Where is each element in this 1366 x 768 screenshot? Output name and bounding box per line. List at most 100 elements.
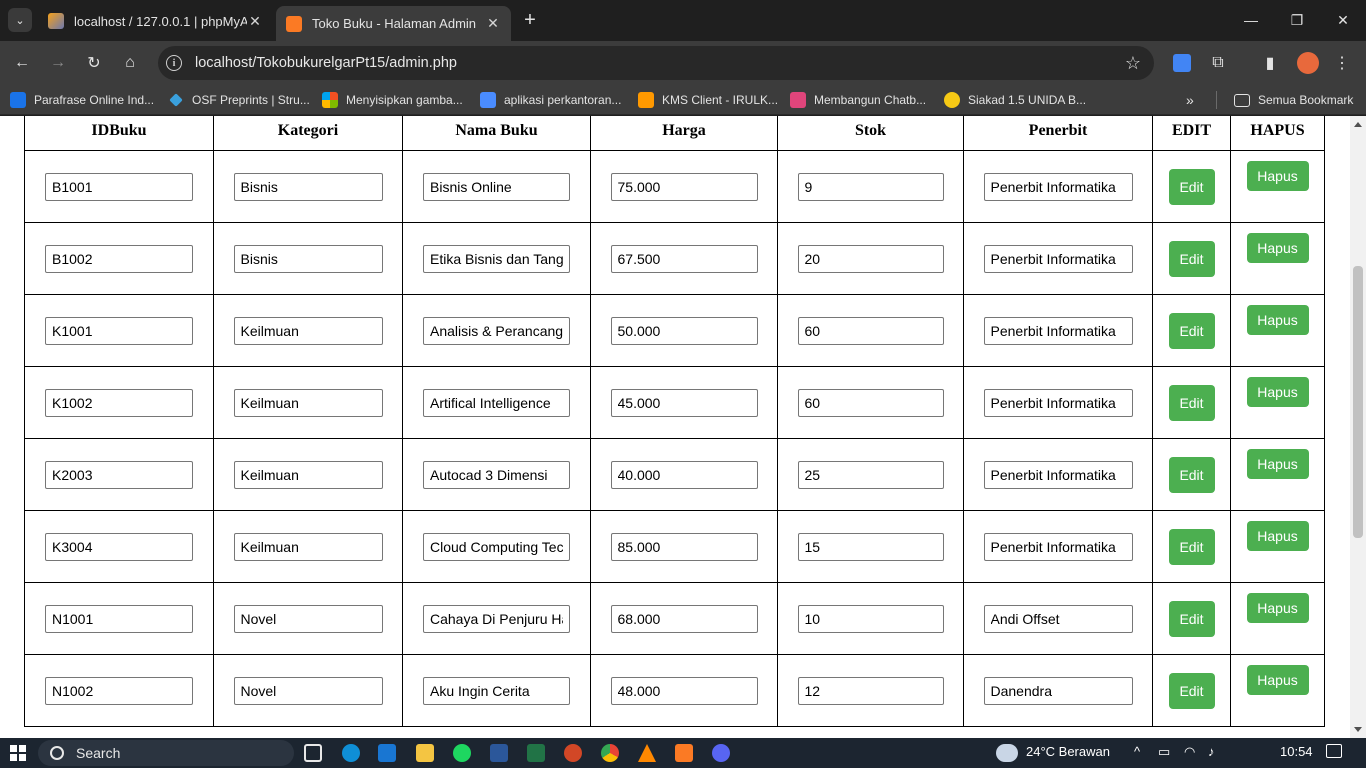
xampp-icon[interactable] xyxy=(675,744,693,762)
scrollbar-thumb[interactable] xyxy=(1353,266,1363,538)
nama-input[interactable] xyxy=(423,316,570,345)
side-panel-icon[interactable]: ▮ xyxy=(1258,51,1282,75)
penerbit-input[interactable] xyxy=(983,604,1133,633)
kategori-input[interactable] xyxy=(233,388,383,417)
minimize-icon[interactable]: — xyxy=(1236,8,1266,32)
hapus-button[interactable]: Hapus xyxy=(1246,305,1309,335)
bookmark-star-icon[interactable]: ☆ xyxy=(1120,53,1146,74)
hapus-button[interactable]: Hapus xyxy=(1246,161,1309,191)
translate-extension-icon[interactable] xyxy=(1170,51,1194,75)
penerbit-input[interactable] xyxy=(983,532,1133,561)
nama-input[interactable] xyxy=(423,532,570,561)
home-icon[interactable]: ⌂ xyxy=(116,49,144,77)
edit-button[interactable]: Edit xyxy=(1168,240,1215,277)
kategori-input[interactable] xyxy=(233,676,383,705)
speaker-icon[interactable]: ♪ xyxy=(1208,744,1215,759)
edge-icon[interactable] xyxy=(342,744,360,762)
penerbit-input[interactable] xyxy=(983,388,1133,417)
forward-icon[interactable]: → xyxy=(44,49,72,77)
tab-toko-buku[interactable]: Toko Buku - Halaman Admin ✕ xyxy=(276,6,511,41)
stok-input[interactable] xyxy=(797,388,944,417)
harga-input[interactable] xyxy=(610,604,758,633)
close-tab-icon[interactable]: ✕ xyxy=(485,15,501,32)
back-icon[interactable]: ← xyxy=(8,49,36,77)
scroll-up-arrow-icon[interactable] xyxy=(1354,122,1362,127)
kategori-input[interactable] xyxy=(233,316,383,345)
edit-button[interactable]: Edit xyxy=(1168,672,1215,709)
bookmark-item[interactable]: Siakad 1.5 UNIDA B... xyxy=(944,90,1086,110)
hapus-button[interactable]: Hapus xyxy=(1246,233,1309,263)
bookmark-item[interactable]: OSF Preprints | Stru... xyxy=(168,90,310,110)
id-input[interactable] xyxy=(45,460,193,489)
site-info-icon[interactable]: i xyxy=(166,55,182,71)
task-view-icon[interactable] xyxy=(304,744,322,762)
tab-search-icon[interactable]: ⌄ xyxy=(8,8,32,32)
penerbit-input[interactable] xyxy=(983,676,1133,705)
id-input[interactable] xyxy=(45,172,193,201)
scroll-down-arrow-icon[interactable] xyxy=(1354,727,1362,732)
close-tab-icon[interactable]: ✕ xyxy=(247,13,263,30)
penerbit-input[interactable] xyxy=(983,316,1133,345)
show-hidden-icons-icon[interactable]: ^ xyxy=(1134,744,1140,759)
clock-time[interactable]: 10:54 xyxy=(1280,744,1313,759)
id-input[interactable] xyxy=(45,244,193,273)
mail-icon[interactable] xyxy=(378,744,396,762)
edit-button[interactable]: Edit xyxy=(1168,312,1215,349)
bookmark-item[interactable]: Menyisipkan gamba... xyxy=(322,90,463,110)
vlc-icon[interactable] xyxy=(638,744,656,762)
id-input[interactable] xyxy=(45,532,193,561)
page-scrollbar[interactable] xyxy=(1350,116,1366,738)
harga-input[interactable] xyxy=(610,388,758,417)
edit-button[interactable]: Edit xyxy=(1168,528,1215,565)
bookmark-item[interactable]: aplikasi perkantoran... xyxy=(480,90,621,110)
stok-input[interactable] xyxy=(797,676,944,705)
bookmark-item[interactable]: Membangun Chatb... xyxy=(790,90,926,110)
nama-input[interactable] xyxy=(423,388,570,417)
stok-input[interactable] xyxy=(797,244,944,273)
stok-input[interactable] xyxy=(797,460,944,489)
penerbit-input[interactable] xyxy=(983,460,1133,489)
reload-icon[interactable]: ↻ xyxy=(80,49,108,77)
penerbit-input[interactable] xyxy=(983,244,1133,273)
harga-input[interactable] xyxy=(610,460,758,489)
discord-icon[interactable] xyxy=(712,744,730,762)
file-explorer-icon[interactable] xyxy=(416,744,434,762)
stok-input[interactable] xyxy=(797,604,944,633)
menu-kebab-icon[interactable]: ⋮ xyxy=(1330,51,1354,75)
nama-input[interactable] xyxy=(423,676,570,705)
id-input[interactable] xyxy=(45,388,193,417)
new-tab-icon[interactable]: + xyxy=(518,8,542,32)
id-input[interactable] xyxy=(45,604,193,633)
battery-icon[interactable]: ▭ xyxy=(1158,744,1170,760)
address-bar[interactable]: i localhost/TokobukurelgarPt15/admin.php… xyxy=(158,46,1154,80)
stok-input[interactable] xyxy=(797,316,944,345)
harga-input[interactable] xyxy=(610,316,758,345)
kategori-input[interactable] xyxy=(233,244,383,273)
harga-input[interactable] xyxy=(610,532,758,561)
id-input[interactable] xyxy=(45,676,193,705)
notifications-icon[interactable] xyxy=(1326,744,1342,758)
hapus-button[interactable]: Hapus xyxy=(1246,593,1309,623)
powerpoint-icon[interactable] xyxy=(564,744,582,762)
nama-input[interactable] xyxy=(423,172,570,201)
bookmark-item[interactable]: Parafrase Online Ind... xyxy=(10,90,154,110)
kategori-input[interactable] xyxy=(233,532,383,561)
hapus-button[interactable]: Hapus xyxy=(1246,377,1309,407)
restore-icon[interactable]: ❐ xyxy=(1282,8,1312,32)
excel-icon[interactable] xyxy=(527,744,545,762)
penerbit-input[interactable] xyxy=(983,172,1133,201)
nama-input[interactable] xyxy=(423,244,570,273)
harga-input[interactable] xyxy=(610,244,758,273)
all-bookmarks-folder[interactable]: Semua Bookmark xyxy=(1234,90,1353,110)
bookmark-item[interactable]: KMS Client - IRULK... xyxy=(638,90,778,110)
wifi-icon[interactable]: ◠ xyxy=(1184,744,1195,760)
edit-button[interactable]: Edit xyxy=(1168,456,1215,493)
kategori-input[interactable] xyxy=(233,604,383,633)
windows-start-icon[interactable] xyxy=(10,745,26,761)
taskbar-search-box[interactable]: Search xyxy=(38,740,294,766)
hapus-button[interactable]: Hapus xyxy=(1246,665,1309,695)
harga-input[interactable] xyxy=(610,172,758,201)
more-bookmarks-icon[interactable]: » xyxy=(1186,90,1194,110)
kategori-input[interactable] xyxy=(233,460,383,489)
close-window-icon[interactable]: ✕ xyxy=(1328,8,1358,32)
